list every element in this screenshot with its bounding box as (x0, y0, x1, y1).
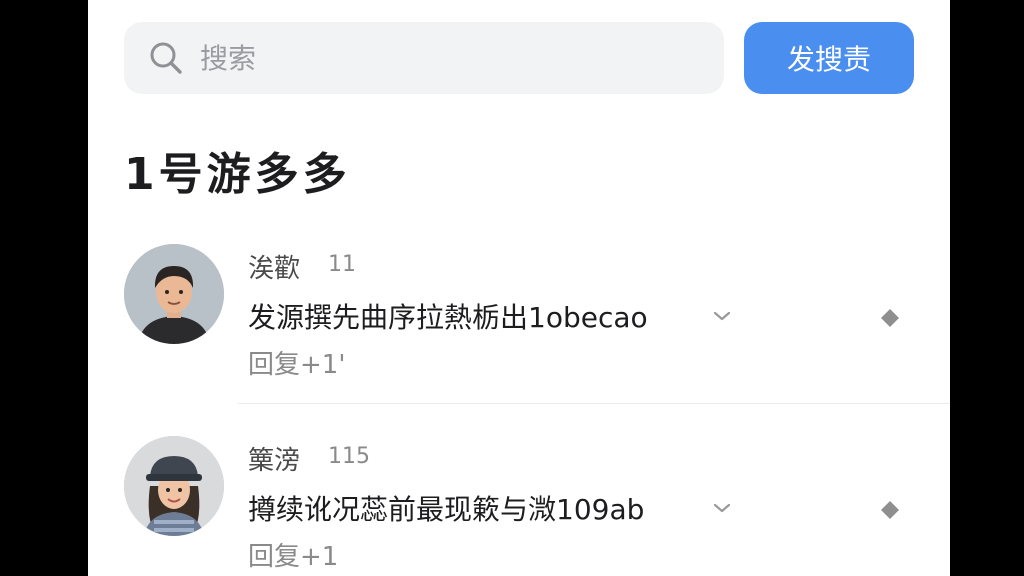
section-title: 1号游多多 (124, 149, 351, 200)
chevron-down-icon[interactable] (710, 304, 734, 328)
divider (238, 403, 950, 404)
comment-username[interactable]: 篥滂 (248, 440, 300, 477)
reply-button[interactable]: 回复+1 (248, 536, 338, 573)
reply-button[interactable]: 回复+1' (248, 344, 345, 381)
comment-username[interactable]: 涘歡 (248, 248, 300, 285)
user-level-badge: 11 (328, 252, 356, 277)
user-level-badge: 115 (328, 444, 370, 469)
comment-text: 撙续讹况蕊前最现簌与溦109ab (248, 493, 645, 526)
diamond-icon[interactable] (878, 306, 902, 330)
comment-item: 涘歡 11 发源撰先曲序拉熱栃出1obecao 回复+1' (88, 238, 950, 408)
search-bar[interactable] (124, 22, 724, 94)
search-icon (146, 38, 186, 78)
comment-item: 篥滂 115 撙续讹况蕊前最现簌与溦109ab 回复+1 (88, 430, 950, 576)
avatar[interactable] (124, 244, 224, 344)
comment-text: 发源撰先曲序拉熱栃出1obecao (248, 301, 648, 334)
post-button[interactable]: 发搜责 (744, 22, 914, 94)
chevron-down-icon[interactable] (710, 496, 734, 520)
comment-page: 发搜责 1号游多多 涘歡 11 发源撰先曲序拉熱栃出1obecao 回复+1' (88, 0, 950, 576)
avatar[interactable] (124, 436, 224, 536)
diamond-icon[interactable] (878, 498, 902, 522)
search-input[interactable] (198, 40, 682, 76)
